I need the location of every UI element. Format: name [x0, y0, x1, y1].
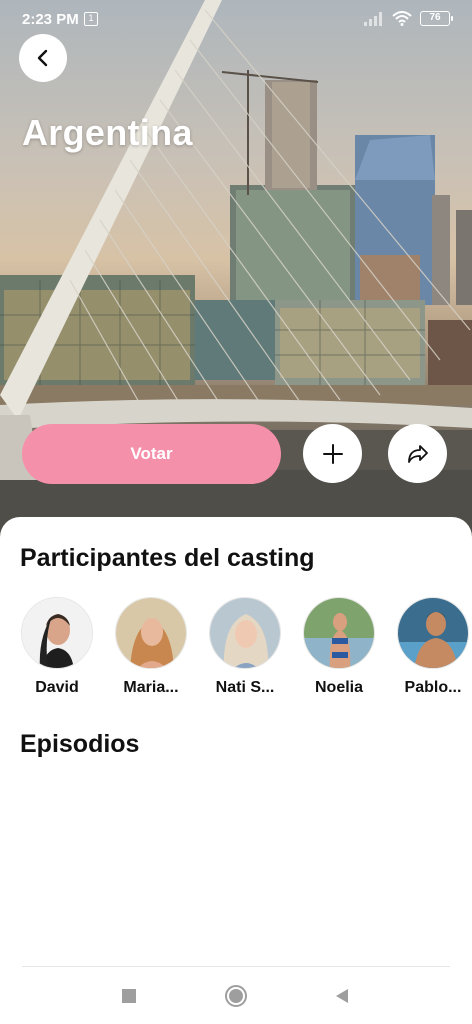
avatar[interactable]	[397, 597, 469, 669]
divider	[22, 966, 450, 967]
participants-carousel[interactable]: David Maria... Nati S... Noelia Pablo...	[0, 597, 472, 707]
back-nav-button[interactable]	[330, 984, 354, 1008]
status-time: 2:23 PM	[22, 11, 79, 28]
participant-name: Nati S...	[215, 679, 275, 696]
share-button[interactable]	[388, 424, 447, 483]
square-icon	[122, 989, 136, 1003]
participant-item[interactable]: David	[12, 597, 102, 697]
chevron-left-icon	[37, 49, 48, 67]
add-button[interactable]	[303, 424, 362, 483]
participant-item[interactable]: Maria...	[106, 597, 196, 697]
signal-icon	[364, 11, 382, 26]
participants-heading: Participantes del casting	[20, 544, 315, 572]
page-title: Argentina	[22, 112, 193, 153]
participant-name: Noelia	[314, 679, 363, 696]
recents-button[interactable]	[117, 984, 141, 1008]
avatar[interactable]	[209, 597, 281, 669]
status-bar: 2:23 PM 1 76	[0, 0, 472, 40]
wifi-icon	[392, 11, 412, 26]
share-arrow-icon	[407, 444, 428, 463]
triangle-back-icon	[336, 989, 348, 1003]
avatar[interactable]	[303, 597, 375, 669]
back-button[interactable]	[19, 34, 67, 82]
status-icons: 76	[364, 11, 453, 26]
plus-icon	[322, 443, 343, 464]
system-nav-bar	[0, 968, 472, 1024]
circle-home-icon	[225, 985, 247, 1007]
participant-item[interactable]: Pablo...	[388, 597, 472, 697]
vote-button[interactable]: Votar	[22, 424, 281, 484]
participant-item[interactable]: Nati S...	[200, 597, 290, 697]
content-sheet	[0, 517, 472, 1024]
participant-name: Maria...	[123, 679, 179, 696]
battery-icon: 76	[420, 11, 453, 26]
participant-item[interactable]: Noelia	[294, 597, 384, 697]
participant-name: David	[35, 679, 79, 696]
notification-badge: 1	[84, 12, 98, 26]
participant-name: Pablo...	[404, 679, 462, 696]
avatar[interactable]	[115, 597, 187, 669]
home-button[interactable]	[224, 984, 248, 1008]
avatar[interactable]	[21, 597, 93, 669]
episodes-heading: Episodios	[20, 730, 140, 758]
